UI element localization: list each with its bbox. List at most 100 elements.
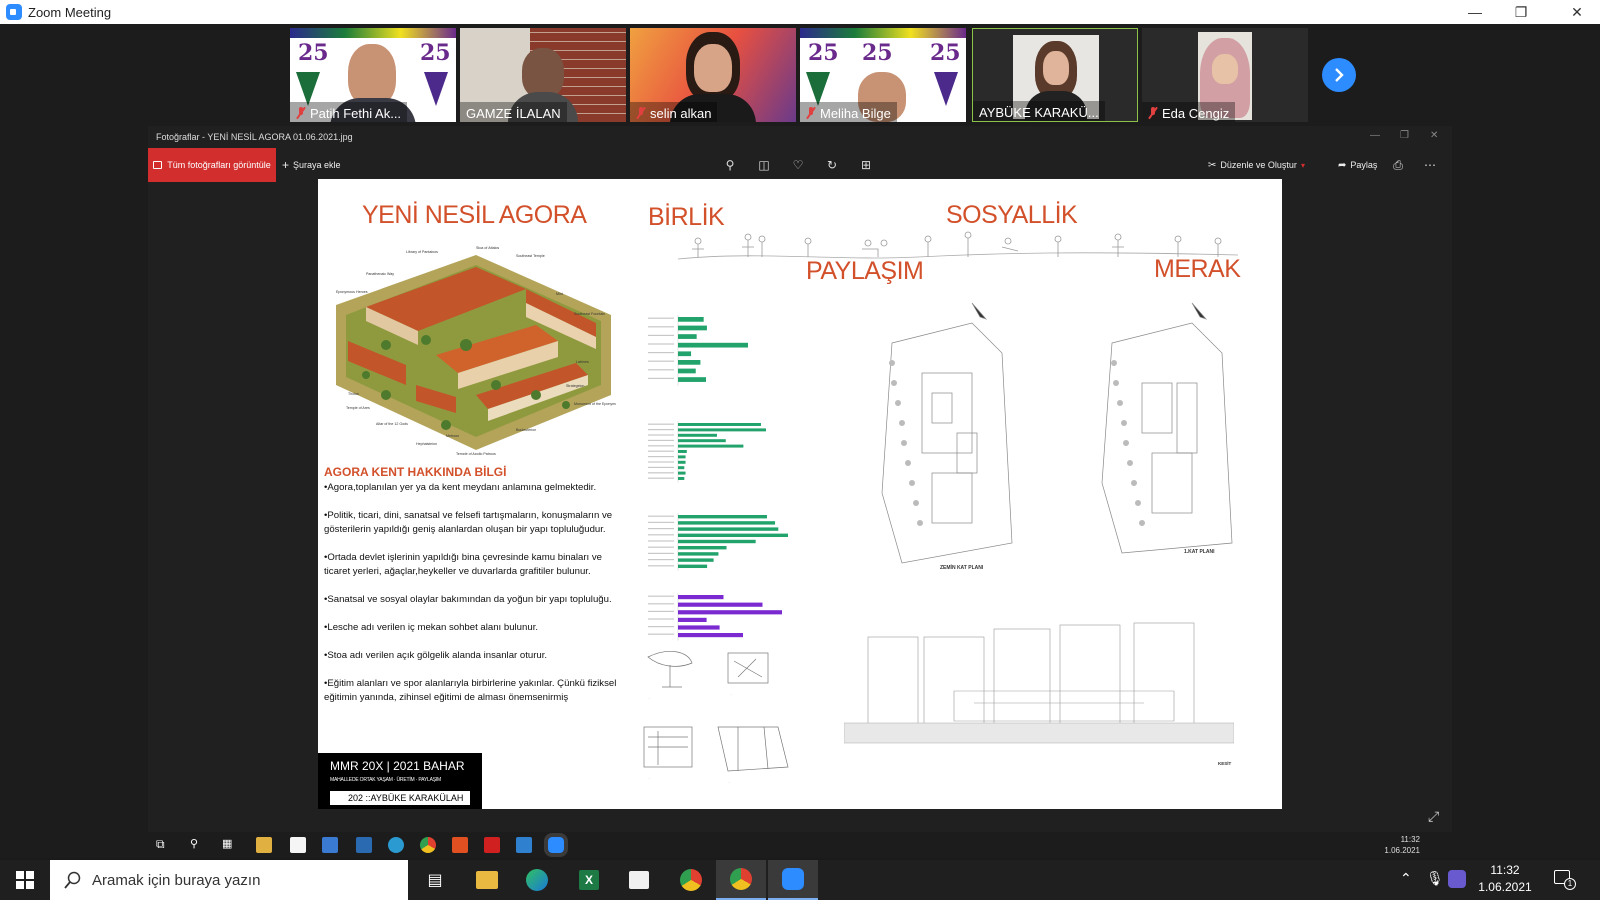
delete-icon[interactable]: ◫ (756, 157, 772, 173)
expand-icon[interactable]: ⤢ (1428, 808, 1444, 824)
print-icon[interactable]: ⎙ (1390, 157, 1406, 173)
close-button[interactable]: ✕ (1554, 0, 1600, 24)
bullet-6: •Stoa adı verilen açık gölgelik alanda i… (324, 650, 548, 661)
taskbar-clock[interactable]: 11:32 1.06.2021 (1460, 862, 1550, 898)
add-to-button[interactable]: + Şuraya ekle (282, 148, 341, 182)
share-button[interactable]: ➦ Paylaş (1338, 148, 1377, 182)
section-label: KESİT (1218, 761, 1232, 766)
taskbar-search-box[interactable]: Aramak için buraya yazın (50, 860, 408, 900)
participant-name-6: Eda Cengiz (1142, 102, 1236, 122)
participant-tile-5-active-speaker[interactable]: AYBÜKE KARAKÜ... (972, 28, 1138, 122)
next-participants-button[interactable] (1322, 58, 1356, 92)
view-all-photos-button[interactable]: Tüm fotoğrafları görüntüle (148, 148, 276, 182)
chart-2-category-label (648, 439, 674, 441)
chart-3-bar (678, 515, 767, 519)
bullet-1: •Agora,toplanılan yer ya da kent meydanı… (324, 482, 597, 493)
chart-4-category-label (648, 595, 674, 597)
chart-3-category-label (648, 528, 674, 530)
chart-4-category-label (648, 633, 674, 635)
photos-close-button[interactable]: ✕ (1430, 130, 1438, 141)
favorite-icon[interactable]: ♡ (790, 157, 806, 173)
floor-plans (881, 302, 1233, 564)
crop-icon[interactable]: ⊞ (858, 157, 874, 173)
plus-icon: + (282, 158, 290, 172)
svg-text:Bouleuterion: Bouleuterion (516, 428, 536, 432)
zoom-title-bar: Zoom Meeting — ❐ ✕ (0, 0, 1600, 24)
chart-3-bar (678, 521, 776, 525)
chart-1-category-label (648, 369, 674, 371)
excel-button[interactable]: X (564, 860, 614, 900)
mic-muted-icon (1148, 107, 1158, 119)
chart-3-bar (678, 552, 719, 556)
chart-3-category-label (648, 552, 674, 554)
minimize-button[interactable]: — (1452, 0, 1498, 24)
restore-button[interactable]: ❐ (1498, 0, 1544, 24)
task-view-button[interactable]: ▤ (410, 860, 460, 900)
info-heading: AGORA KENT HAKKINDA BİLGİ (324, 465, 507, 479)
chart-3-bar (678, 546, 727, 550)
more-options-icon[interactable]: ⋯ (1422, 157, 1438, 173)
zoom-app-icon (6, 4, 22, 20)
chart-2-category-label (648, 477, 674, 479)
share-icon: ➦ (1338, 159, 1347, 171)
microphone-icon[interactable]: 🎙 (1426, 870, 1444, 887)
task-view-icon: ▦ (222, 838, 233, 850)
chrome-icon (680, 869, 702, 891)
svg-text:Library of Pantainos: Library of Pantainos (406, 250, 438, 254)
mic-muted-icon (296, 107, 306, 119)
mic-muted-icon (806, 107, 816, 119)
bullet-3: •Ortada devlet işlerinin yapıldığı bina … (324, 552, 602, 577)
chart-2-category-label (648, 429, 674, 431)
chart-2-category-label (648, 472, 674, 474)
svg-text:Temple of Apollo Patroos: Temple of Apollo Patroos (456, 452, 496, 455)
bullet-7: •Eğitim alanları ve spor alanlarıyla bir… (324, 678, 617, 703)
edit-create-button[interactable]: ✂ Düzenle ve Oluştur ▾ (1208, 148, 1305, 182)
chart-3-bar (678, 564, 708, 569)
chart-2-category-label (648, 434, 674, 436)
chart-2-bar (678, 477, 685, 480)
student-name: 202 ::AYBÜKE KARAKÜLAH (330, 791, 470, 805)
chart-1-category-label (648, 317, 674, 319)
participant-tile-2[interactable]: GAMZE İLALAN (460, 28, 626, 122)
mic-muted-icon (636, 107, 646, 119)
chart-2-category-label (648, 456, 674, 458)
file-explorer-button[interactable] (462, 860, 512, 900)
section-drawing (844, 622, 1234, 744)
window-title: Zoom Meeting (28, 4, 112, 20)
chart-2-bar (678, 433, 717, 437)
photos-minimize-button[interactable]: — (1370, 130, 1380, 141)
edge-button[interactable] (512, 860, 562, 900)
chart-4-bar (678, 595, 724, 600)
chart-1-bar (678, 317, 704, 322)
chart-3-category-label (648, 540, 674, 542)
rotate-icon[interactable]: ↻ (824, 157, 840, 173)
participant-tile-1[interactable]: 25 25 Patih Fethi Ak... (290, 28, 456, 122)
windows-start-icon: ⧉ (156, 837, 165, 851)
chart-2-bar (678, 450, 687, 453)
photos-icon (153, 161, 163, 169)
chart-3-bar (678, 533, 788, 538)
bullet-4: •Sanatsal ve sosyal olaylar bakımından d… (324, 594, 612, 605)
participant-tile-6[interactable]: Eda Cengiz (1142, 28, 1308, 122)
folder-icon (476, 871, 498, 889)
zoom-icon (544, 833, 568, 857)
svg-text:...: ... (648, 776, 651, 780)
start-button[interactable] (0, 860, 50, 900)
participant-tile-3[interactable]: selin alkan (630, 28, 796, 122)
svg-text:Temple of Ares: Temple of Ares (346, 406, 370, 410)
store-button[interactable] (614, 860, 664, 900)
chart-2-bar (678, 460, 686, 464)
svg-text:...: ... (648, 696, 651, 700)
chart-2-bar (678, 428, 766, 432)
notification-center-button[interactable]: 1 (1554, 870, 1576, 890)
chrome-button[interactable] (666, 860, 716, 900)
show-hidden-icons-icon[interactable]: ⌃ (1400, 870, 1412, 887)
chart-1-bar (678, 351, 692, 357)
photos-restore-button[interactable]: ❐ (1400, 130, 1409, 141)
zoom-taskbar-button[interactable] (768, 860, 818, 900)
svg-text:Monument of the Eponymous Hero: Monument of the Eponymous Heroes (574, 402, 616, 406)
chart-1-category-label (648, 326, 674, 328)
chrome-profile-button[interactable] (716, 860, 766, 900)
participant-tile-4[interactable]: 25 25 25 Meliha Bilge (800, 28, 966, 122)
zoom-in-icon[interactable]: ⚲ (722, 157, 738, 173)
